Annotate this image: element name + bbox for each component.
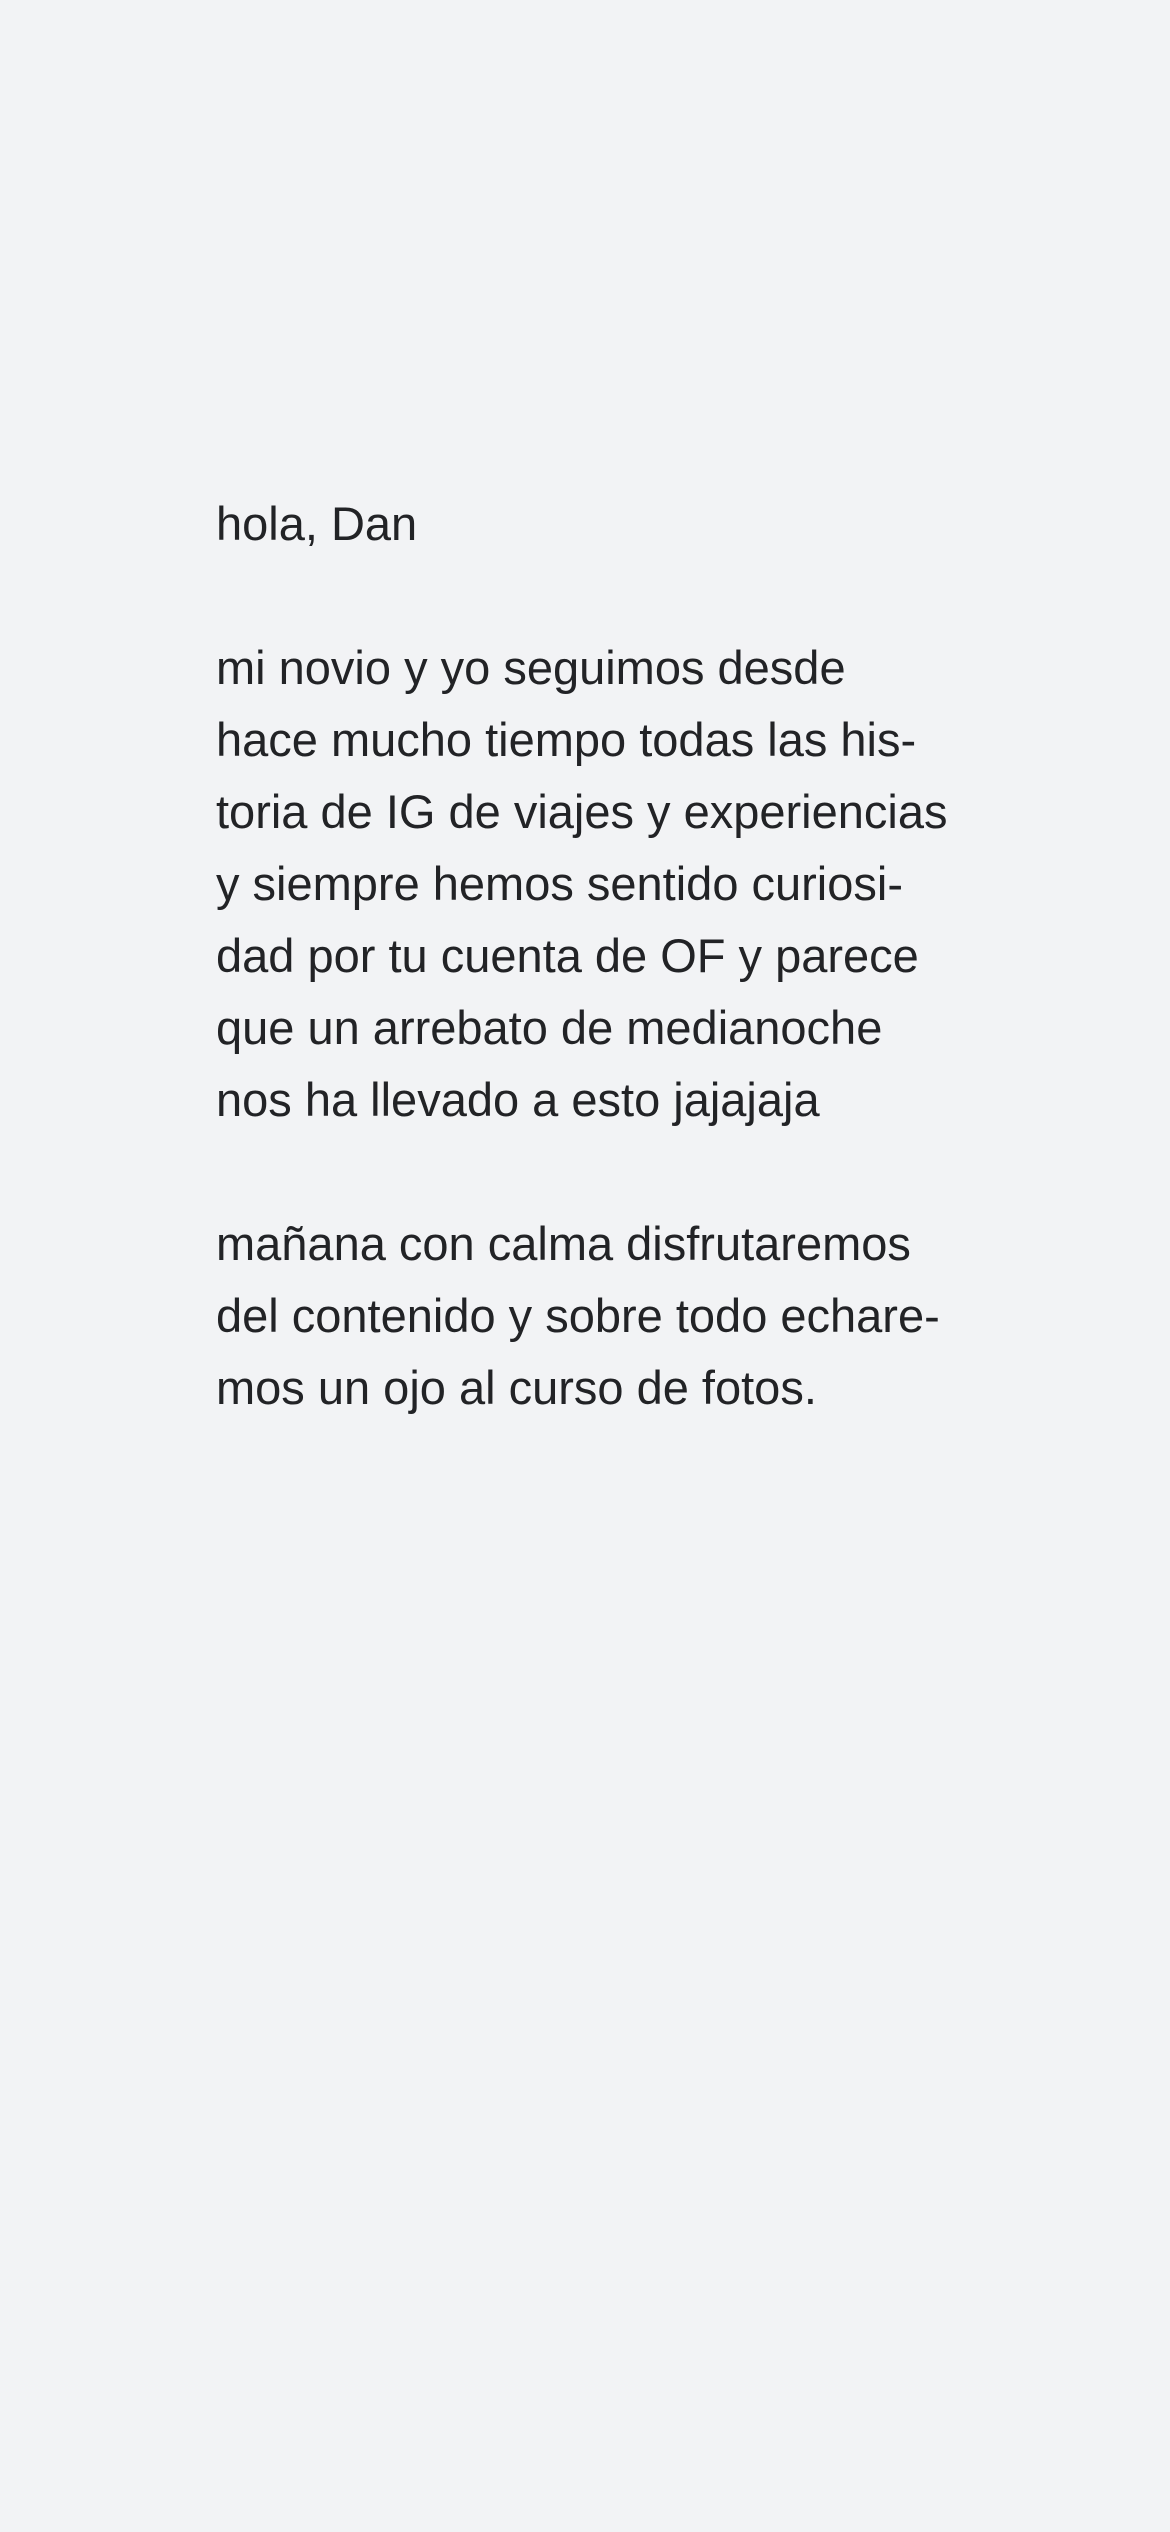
- paragraph-2-line-1: mañana con calma disfrutaremos: [216, 1217, 911, 1270]
- paragraph-1-line-7: nos ha llevado a esto jajajaja: [216, 1073, 820, 1126]
- paragraph-1-line-6: que un arrebato de medianoche: [216, 1001, 883, 1054]
- message-text-block: hola, Dan mi novio y yo seguimos desde h…: [216, 488, 976, 1424]
- paragraph-2-line-3: mos un ojo al curso de fotos.: [216, 1361, 817, 1414]
- paragraph-1-line-2: hace mucho tiempo todas las his-: [216, 713, 917, 766]
- paragraph-1-line-1: mi novio y yo seguimos desde: [216, 641, 846, 694]
- paragraph-1-line-4: y siempre hemos sentido curiosi-: [216, 857, 903, 910]
- paragraph-2-line-2: del contenido y sobre todo echare-: [216, 1289, 940, 1342]
- paragraph-1-line-5: dad por tu cuenta de OF y parece: [216, 929, 919, 982]
- greeting-line: hola, Dan: [216, 497, 418, 550]
- paragraph-2: mañana con calma disfrutaremos del conte…: [216, 1208, 976, 1424]
- paragraph-1: mi novio y yo seguimos desde hace mucho …: [216, 632, 976, 1136]
- paragraph-1-line-3: toria de IG de viajes y experiencias: [216, 785, 948, 838]
